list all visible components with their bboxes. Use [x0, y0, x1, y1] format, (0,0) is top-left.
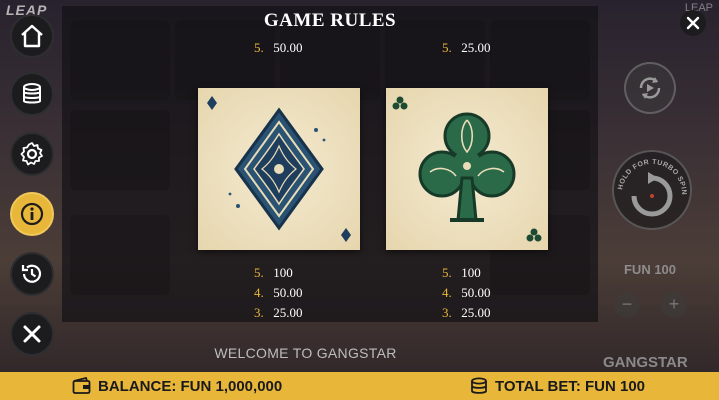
diamond-card [198, 88, 360, 250]
info-button[interactable] [10, 192, 54, 236]
payout-row: 5. 100 [254, 265, 293, 281]
payout-value: 50.00 [461, 285, 491, 300]
game-name-label: GANGSTAR [603, 354, 688, 371]
payout-value: 25.00 [273, 305, 303, 320]
payout-count: 5. [442, 265, 452, 280]
payout-count: 3. [254, 305, 264, 320]
home-icon [21, 24, 43, 48]
autoplay-icon [639, 77, 661, 99]
diamond-icon [207, 96, 351, 242]
club-icon [392, 96, 542, 242]
payout-row-partial: 5. 50.00 [254, 40, 303, 56]
history-icon [21, 264, 42, 283]
payout-count: 4. [254, 285, 264, 300]
settings-button[interactable] [10, 132, 54, 176]
gear-icon [20, 142, 43, 166]
total-bet-text: TOTAL BET: FUN 100 [495, 377, 646, 395]
game-rules-modal: GAME RULES 5. 50.00 5. 25.00 5. 100 4. 5… [62, 6, 598, 322]
coin-stack-icon [23, 83, 41, 104]
autoplay-button[interactable] [624, 62, 676, 114]
payout-row: 3. 25.00 [254, 305, 303, 321]
close-icon [686, 16, 700, 30]
payout-row: 4. 50.00 [442, 285, 491, 301]
club-card [386, 88, 548, 250]
payout-row-partial: 5. 25.00 [442, 40, 491, 56]
home-button[interactable] [10, 14, 54, 58]
modal-title: GAME RULES [263, 10, 397, 31]
bet-decrease-button[interactable]: − [614, 292, 640, 318]
balance-display: BALANCE: FUN 1,000,000 [72, 372, 282, 400]
payout-count: 5. [254, 265, 264, 280]
info-icon [20, 202, 44, 226]
payout-value: 25.00 [461, 305, 491, 320]
wallet-icon [72, 377, 91, 394]
payout-value: 100 [461, 265, 481, 280]
total-bet-display: TOTAL BET: FUN 100 [469, 372, 645, 400]
spin-icon: HOLD FOR TURBO SPIN [617, 159, 687, 217]
payout-value: 50.00 [273, 285, 303, 300]
coin-stack-icon [471, 377, 487, 394]
spin-button[interactable]: HOLD FOR TURBO SPIN [612, 150, 692, 230]
payout-count: 3. [442, 305, 452, 320]
payout-count: 4. [442, 285, 452, 300]
status-bar: BALANCE: FUN 1,000,000 TOTAL BET: FUN 10… [0, 372, 719, 400]
side-menu [0, 0, 62, 372]
welcome-text: WELCOME TO GANGSTAR [214, 345, 397, 361]
payout-count: 5. [442, 40, 452, 55]
bet-increase-button[interactable]: + [661, 292, 687, 318]
payout-value: 50.00 [273, 40, 303, 55]
payout-row: 4. 50.00 [254, 285, 303, 301]
close-rules-button[interactable] [680, 10, 706, 36]
payout-count: 5. [254, 40, 264, 55]
close-icon [23, 325, 41, 343]
payout-value: 100 [273, 265, 293, 280]
bet-value: FUN 100 [623, 262, 677, 277]
history-button[interactable] [10, 252, 54, 296]
paytable-button[interactable] [10, 72, 54, 116]
payout-row: 5. 100 [442, 265, 481, 281]
balance-text: BALANCE: FUN 1,000,000 [98, 377, 283, 395]
payout-value: 25.00 [461, 40, 491, 55]
payout-row: 3. 25.00 [442, 305, 491, 321]
